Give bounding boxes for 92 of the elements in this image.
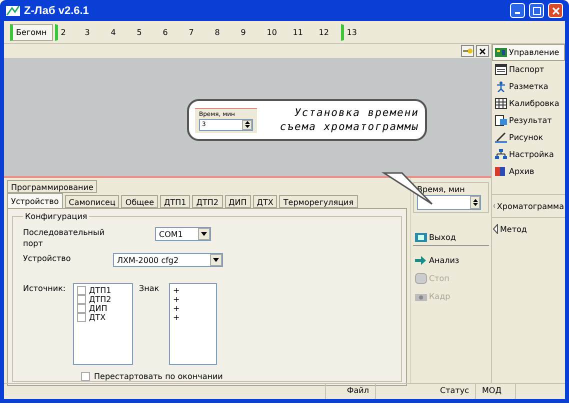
- callout-text: Установка времени съема хроматограммы: [278, 106, 419, 134]
- settings-tab[interactable]: Самописец: [64, 195, 120, 208]
- app-icon: [6, 4, 20, 16]
- panel-icon: [495, 47, 507, 58]
- sidebar-item[interactable]: Настройка: [492, 146, 565, 163]
- maximize-icon: [532, 6, 540, 14]
- port-dropdown[interactable]: COM1: [155, 227, 211, 241]
- page-tab[interactable]: 11: [288, 24, 313, 40]
- section-header[interactable]: Хроматограмма: [492, 194, 565, 217]
- sign-item: +: [173, 295, 181, 304]
- field-label: Устройство: [23, 253, 72, 264]
- sign-item: +: [173, 304, 181, 313]
- page-tab[interactable]: 3: [80, 24, 105, 40]
- page-tab[interactable]: 6: [158, 24, 183, 40]
- window-title: Z-Лаб v2.6.1: [24, 4, 90, 16]
- source-option[interactable]: ДТП2: [77, 295, 129, 304]
- page-tab[interactable]: 10: [262, 24, 287, 40]
- pen-icon: [495, 132, 507, 143]
- grid-icon: [495, 98, 507, 109]
- source-option[interactable]: ДИП: [77, 304, 129, 313]
- action-button[interactable]: Выход: [413, 230, 489, 246]
- sidebar-item[interactable]: Калибровка: [492, 95, 565, 112]
- spin-button[interactable]: [242, 120, 252, 130]
- book-icon: [495, 166, 507, 177]
- up-down-icon: [244, 121, 250, 128]
- restart-option[interactable]: Перестартовать по окончании: [81, 372, 391, 381]
- checkbox[interactable]: [77, 304, 86, 313]
- settings-tab[interactable]: Общее: [121, 195, 158, 208]
- source-option[interactable]: ДТП1: [77, 286, 129, 295]
- arrow-icon: [415, 255, 427, 266]
- group-title: Конфигурация: [24, 212, 88, 221]
- sidebar-item[interactable]: Рисунок: [492, 129, 565, 146]
- sign-item: +: [173, 313, 181, 322]
- action-button[interactable]: Анализ: [413, 253, 489, 268]
- status-mode: МОД: [475, 384, 515, 399]
- section-header[interactable]: Метод: [492, 217, 565, 240]
- minimize-button[interactable]: [510, 3, 525, 18]
- spin-button[interactable]: [470, 196, 480, 209]
- page-tab[interactable]: 13: [340, 24, 365, 40]
- close-button[interactable]: [548, 3, 563, 18]
- sidebar-item[interactable]: Управление: [492, 44, 565, 61]
- page-tab[interactable]: Бегомн: [10, 24, 53, 40]
- checkbox[interactable]: [77, 295, 86, 304]
- settings-tab[interactable]: Устройство: [7, 193, 63, 208]
- source-option[interactable]: ДТХ: [77, 313, 129, 322]
- sign-item: +: [173, 286, 181, 295]
- time-spinner[interactable]: [417, 195, 481, 210]
- checkbox[interactable]: [77, 313, 86, 322]
- settings-tab[interactable]: Программирование: [7, 180, 98, 193]
- field-label: Знак: [139, 283, 160, 295]
- checkbox[interactable]: [77, 286, 86, 295]
- left-arrow-icon: [493, 224, 498, 234]
- sidebar-item[interactable]: Архив: [492, 163, 565, 180]
- status-label: Статус: [375, 384, 475, 399]
- settings-tab[interactable]: Терморегуляция: [279, 195, 358, 208]
- close-pane-button[interactable]: [476, 45, 489, 57]
- close-icon: [552, 6, 560, 14]
- checkbox[interactable]: [81, 372, 90, 381]
- sidebar-item[interactable]: Разметка: [492, 78, 565, 95]
- exit-icon: [415, 232, 427, 243]
- caret-icon: [213, 258, 219, 262]
- device-dropdown[interactable]: ЛХМ-2000 cfg2: [113, 253, 223, 267]
- page-tab[interactable]: 4: [106, 24, 131, 40]
- settings-tab[interactable]: ДТХ: [252, 195, 278, 208]
- figure-icon: [495, 81, 507, 92]
- left-arrow-icon: [493, 201, 495, 211]
- document-icon: [495, 64, 507, 75]
- field-label: Последовательный порт: [23, 227, 106, 249]
- camera-icon: [415, 291, 427, 302]
- page-tab[interactable]: 8: [210, 24, 235, 40]
- page-tab[interactable]: 9: [236, 24, 261, 40]
- dropdown-button[interactable]: [210, 254, 222, 266]
- sidebar-item[interactable]: Результат: [492, 112, 565, 129]
- report-icon: [495, 115, 507, 126]
- maximize-button[interactable]: [529, 3, 544, 18]
- settings-tab[interactable]: ДТП2: [192, 195, 223, 208]
- caret-icon: [201, 232, 207, 236]
- up-down-icon: [472, 199, 478, 206]
- status-file: Файл: [325, 384, 375, 399]
- page-tab[interactable]: 2: [54, 24, 79, 40]
- sidebar-item[interactable]: Паспорт: [492, 61, 565, 78]
- page-tab[interactable]: 12: [314, 24, 339, 40]
- field-label: Источник:: [23, 283, 67, 295]
- settings-tab[interactable]: ДТП1: [160, 195, 190, 208]
- page-tab[interactable]: 5: [132, 24, 157, 40]
- pin-button[interactable]: [461, 45, 474, 57]
- dropdown-button[interactable]: [198, 228, 210, 240]
- close-icon: [479, 48, 486, 54]
- key-icon: [462, 47, 472, 55]
- settings-tab[interactable]: ДИП: [224, 195, 251, 208]
- network-icon: [495, 149, 507, 160]
- page-tab[interactable]: 7: [184, 24, 209, 40]
